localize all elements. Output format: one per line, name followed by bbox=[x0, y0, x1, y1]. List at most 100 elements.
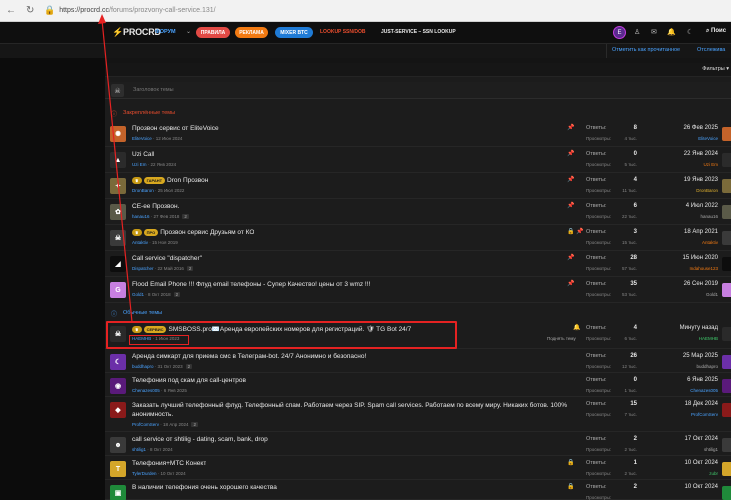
nav-forum[interactable]: ФОРУМ bbox=[155, 29, 176, 35]
thread-title[interactable]: Uzi Call bbox=[132, 151, 154, 158]
thread-title[interactable]: CE-ee Прозвон. bbox=[132, 203, 179, 210]
last-post-user[interactable]: DronBaron bbox=[696, 188, 718, 193]
last-post-avatar[interactable] bbox=[722, 438, 731, 452]
thread-author[interactable]: Antaktiv bbox=[132, 240, 148, 245]
moon-icon[interactable]: ☾ bbox=[687, 28, 693, 36]
site-logo[interactable]: ⚡PROCRD bbox=[112, 27, 161, 38]
last-post-date[interactable]: 26 Фев 2025 bbox=[684, 125, 718, 131]
last-post-user[interactable]: Indahouse123 bbox=[689, 266, 718, 271]
thread-author[interactable]: Chenazes005 bbox=[132, 388, 160, 393]
last-post-date[interactable]: 22 Янв 2024 bbox=[684, 151, 718, 157]
thread-title-text[interactable]: В наличии телефония очень хорошего качес… bbox=[132, 484, 277, 491]
last-post-date[interactable]: 17 Окт 2024 bbox=[685, 436, 718, 442]
thread-author-avatar[interactable]: ☠ bbox=[110, 326, 126, 342]
thread-start-date[interactable]: 31 Окт 2023 bbox=[158, 364, 183, 369]
url-field[interactable]: https://procrd.cc/forums/prozvony-call-s… bbox=[59, 7, 215, 14]
last-post-user[interactable]: Chenazes005 bbox=[690, 388, 718, 393]
thread-prefix[interactable]: СЕРВИС bbox=[143, 325, 167, 333]
thread-start-date[interactable]: 22 Янв 2024 bbox=[151, 162, 177, 167]
last-post-avatar[interactable] bbox=[722, 153, 731, 167]
last-post-avatar[interactable] bbox=[722, 283, 731, 297]
bell-icon[interactable]: 🔔 bbox=[667, 28, 676, 36]
last-post-avatar[interactable] bbox=[722, 379, 731, 393]
thread-title[interactable]: Прозвон сервис от EliteVoice bbox=[132, 125, 219, 132]
last-post-date[interactable]: 10 Окт 2024 bbox=[685, 484, 718, 490]
last-post-user[interactable]: shtilig1 bbox=[704, 447, 718, 452]
thread-author[interactable]: shtilig1 bbox=[132, 447, 146, 452]
thread-row[interactable]: ◆ Заказать лучший телефонный флуд. Телеф… bbox=[105, 397, 731, 432]
thread-title-text[interactable]: Dron Прозвон bbox=[167, 177, 208, 184]
thread-title-text[interactable]: Прозвон сервис Друзьям от КО bbox=[160, 229, 254, 236]
mark-read-link[interactable]: Отметить как прочитанное bbox=[612, 47, 680, 53]
thread-start-date[interactable]: 6 Янв 2025 bbox=[164, 388, 187, 393]
back-arrow-icon[interactable]: ← bbox=[6, 5, 20, 16]
thread-title-text[interactable]: call service от shtilig - dating, scam, … bbox=[132, 436, 268, 443]
thread-author[interactable]: Gold1 bbox=[132, 292, 144, 297]
last-post-avatar[interactable] bbox=[722, 231, 731, 245]
thread-author-avatar[interactable]: G bbox=[110, 282, 126, 298]
watch-link[interactable]: Отслежива bbox=[697, 47, 725, 53]
thread-author-avatar[interactable]: ◢ bbox=[110, 256, 126, 272]
thread-row[interactable]: G Flood Email Phone !!! Флуд email телеф… bbox=[105, 277, 731, 303]
reload-icon[interactable]: ↻ bbox=[26, 5, 40, 16]
thread-prefix[interactable]: ГАРАНТ bbox=[143, 177, 166, 184]
page-link[interactable]: 2 bbox=[182, 214, 189, 219]
last-post-avatar[interactable] bbox=[722, 179, 731, 193]
last-post-date[interactable]: 18 Апр 2021 bbox=[684, 229, 718, 235]
thread-start-date[interactable]: 8 Окт 2018 bbox=[148, 292, 171, 297]
last-post-avatar[interactable] bbox=[722, 486, 731, 500]
thread-start-date[interactable]: 22 Май 2016 bbox=[158, 266, 184, 271]
last-post-avatar[interactable] bbox=[722, 462, 731, 476]
last-post-date[interactable]: 6 Янв 2025 bbox=[687, 377, 718, 383]
nav-rules-button[interactable]: ПРАВИЛА bbox=[196, 27, 230, 38]
thread-start-date[interactable]: 10 Окт 2024 bbox=[161, 471, 186, 476]
thread-author-avatar[interactable]: ▲ bbox=[110, 152, 126, 168]
nav-mixer-button[interactable]: MIXER BTC bbox=[275, 27, 313, 38]
thread-title-text[interactable]: SMSBOSS.pro✉️Аренда европейских номеров … bbox=[168, 326, 411, 333]
thread-author-avatar[interactable]: ✦ bbox=[110, 178, 126, 194]
thread-author[interactable]: ProfComServ bbox=[132, 422, 159, 427]
last-post-avatar[interactable] bbox=[722, 205, 731, 219]
last-post-user[interactable]: EliteVoice bbox=[698, 136, 718, 141]
chevron-down-icon[interactable]: ⌄ bbox=[186, 28, 191, 35]
thread-title[interactable]: call service от shtilig - dating, scam, … bbox=[132, 436, 268, 443]
thread-author[interactable]: Uzi Em bbox=[132, 162, 147, 167]
last-post-date[interactable]: 10 Окт 2024 bbox=[685, 460, 718, 466]
thread-title[interactable]: ♛ ГАРАНТ Dron Прозвон bbox=[132, 177, 208, 184]
thread-start-date[interactable]: 15 Ноя 2019 bbox=[152, 240, 178, 245]
nav-just-service-link[interactable]: JUST-SERVICE – SSN LOOKUP bbox=[381, 29, 456, 35]
thread-title-text[interactable]: Телефония под скам для call-центров bbox=[132, 377, 246, 384]
thread-row[interactable]: ▲ Uzi Call Uzi Em · 22 Янв 2024 📌 Ответы… bbox=[105, 147, 731, 173]
thread-title[interactable]: ♛ СЕРВИС SMSBOSS.pro✉️Аренда европейских н… bbox=[132, 325, 411, 333]
last-post-user[interactable]: buddhapro bbox=[696, 364, 718, 369]
thread-row[interactable]: ✺ Прозвон сервис от EliteVoice EliteVoic… bbox=[105, 121, 731, 147]
thread-author-avatar[interactable]: ☻ bbox=[110, 437, 126, 453]
thread-start-date[interactable]: 25 Июл 2022 bbox=[158, 188, 185, 193]
thread-title-text[interactable]: Flood Email Phone !!! Флуд email телефон… bbox=[132, 281, 370, 288]
thread-author[interactable]: HAEMHB bbox=[132, 336, 151, 341]
filters-button[interactable]: Фильтры ▾ bbox=[702, 66, 729, 72]
thread-author-avatar[interactable]: ☠ bbox=[110, 230, 126, 246]
user-avatar[interactable]: E bbox=[613, 26, 626, 39]
nav-lookup-link[interactable]: LOOKUP SSN/DOB bbox=[320, 29, 365, 35]
last-post-user[interactable]: Uzi Em bbox=[704, 162, 719, 167]
thread-title[interactable]: Заказать лучший телефонный флуд. Телефон… bbox=[132, 401, 572, 419]
thread-author-avatar[interactable]: ◆ bbox=[110, 402, 126, 418]
thread-row[interactable]: ☠ ♛ СЕРВИС SMSBOSS.pro✉️Аренда европейских… bbox=[105, 321, 731, 349]
last-post-date[interactable]: 15 Июн 2020 bbox=[683, 255, 718, 261]
thread-title-text[interactable]: Прозвон сервис от EliteVoice bbox=[132, 125, 219, 132]
last-post-user[interactable]: ProfComServ bbox=[691, 412, 718, 417]
last-post-date[interactable]: 25 Мар 2025 bbox=[683, 353, 718, 359]
page-link[interactable]: 2 bbox=[185, 364, 193, 369]
thread-row[interactable]: ☠ ♛ ПРО Прозвон сервис Друзьям от КО Antak… bbox=[105, 225, 731, 251]
thread-start-date[interactable]: 18 Апр 2024 bbox=[163, 422, 188, 427]
thread-author[interactable]: DronBaron bbox=[132, 188, 154, 193]
last-post-avatar[interactable] bbox=[722, 257, 731, 271]
thread-title-text[interactable]: CE-ee Прозвон. bbox=[132, 203, 179, 210]
last-post-user[interactable]: Antaktiv bbox=[702, 240, 718, 245]
thread-author-avatar[interactable]: ✺ bbox=[110, 126, 126, 142]
thread-row[interactable]: ☻ call service от shtilig - dating, scam… bbox=[105, 432, 731, 456]
thread-row[interactable]: ✦ ♛ ГАРАНТ Dron Прозвон DronBaron · 25 Июл… bbox=[105, 173, 731, 199]
thread-title-text[interactable]: Телефония+МТС Конект bbox=[132, 460, 206, 467]
last-post-date[interactable]: 26 Сен 2019 bbox=[684, 281, 718, 287]
